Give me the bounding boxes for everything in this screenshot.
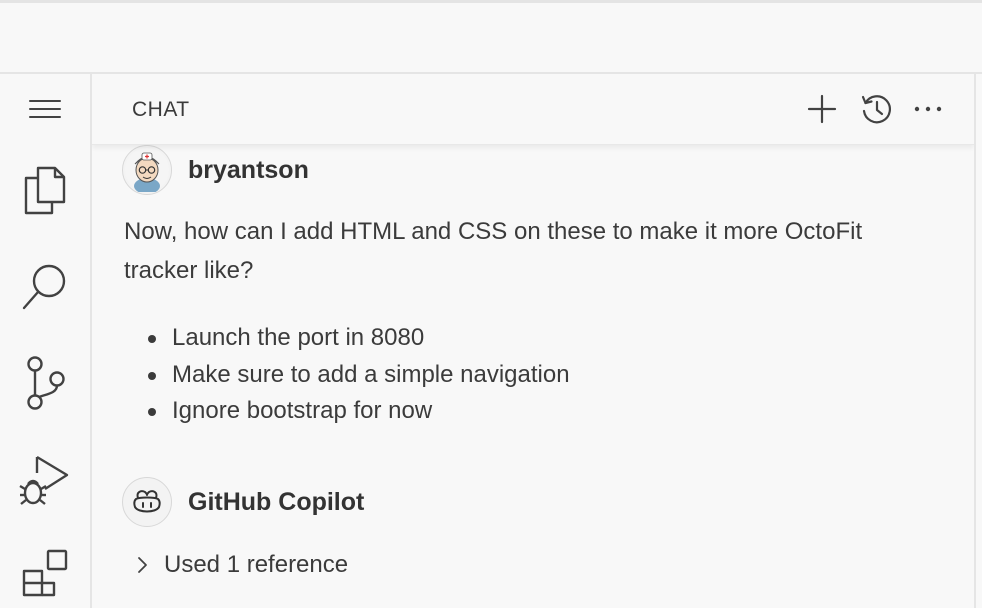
title-bar: [0, 3, 982, 74]
user-author-name: bryantson: [188, 156, 309, 184]
more-icon[interactable]: [910, 91, 946, 127]
chat-header: CHAT: [92, 74, 974, 145]
activity-bar: [0, 74, 92, 608]
references-toggle[interactable]: Used 1 reference: [136, 548, 348, 582]
copilot-author-name: GitHub Copilot: [188, 488, 365, 516]
search-icon[interactable]: [0, 257, 90, 317]
explorer-icon[interactable]: [0, 160, 90, 220]
source-control-icon[interactable]: [0, 353, 90, 413]
chevron-right-icon: [138, 557, 147, 573]
list-item: Ignore bootstrap for now: [124, 393, 570, 430]
copilot-icon: [122, 477, 172, 527]
list-item: Make sure to add a simple navigation: [124, 357, 570, 394]
references-label: Used 1 reference: [164, 551, 349, 578]
chat-panel: CHAT bryantson Now, how can I add HTML a…: [92, 74, 974, 608]
chat-title: CHAT: [132, 98, 190, 121]
menu-icon[interactable]: [0, 79, 90, 139]
extensions-icon[interactable]: [0, 544, 90, 604]
vscode-window: CHAT bryantson Now, how can I add HTML a…: [0, 0, 982, 608]
editor-edge: [976, 74, 982, 608]
new-chat-icon[interactable]: [804, 91, 840, 127]
list-item: Launch the port in 8080: [124, 320, 570, 357]
history-icon[interactable]: [858, 91, 894, 127]
user-message-text: Now, how can I add HTML and CSS on these…: [124, 218, 863, 284]
user-avatar: [122, 145, 172, 195]
run-debug-icon[interactable]: [0, 449, 90, 509]
user-message-bullets: Launch the port in 8080 Make sure to add…: [124, 320, 570, 430]
